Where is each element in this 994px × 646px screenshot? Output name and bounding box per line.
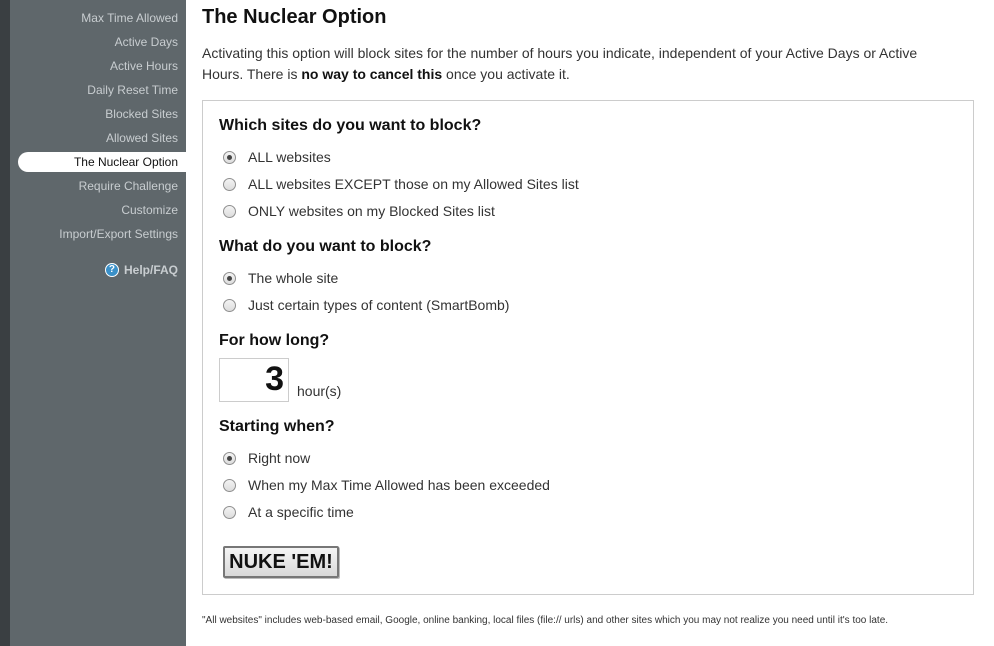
sidebar: Max Time Allowed Active Days Active Hour… — [10, 0, 186, 646]
sidebar-item-require-challenge[interactable]: Require Challenge — [79, 176, 178, 196]
option-label: ALL websites EXCEPT those on my Allowed … — [248, 176, 579, 192]
option-label: Just certain types of content (SmartBomb… — [248, 297, 510, 313]
option-all-except-allowed[interactable]: ALL websites EXCEPT those on my Allowed … — [223, 175, 579, 193]
hours-input[interactable]: 3 — [219, 358, 289, 402]
radio-whole-site[interactable] — [223, 271, 236, 285]
option-label: ONLY websites on my Blocked Sites list — [248, 203, 495, 219]
help-faq-label: Help/FAQ — [123, 263, 178, 277]
nuclear-options-panel: Which sites do you want to block? ALL we… — [202, 100, 974, 595]
radio-all-websites[interactable] — [223, 150, 236, 164]
radio-specific-time[interactable] — [223, 505, 236, 519]
footnote: "All websites" includes web-based email,… — [202, 615, 889, 626]
nuke-button[interactable]: NUKE 'EM! — [223, 546, 339, 578]
sidebar-item-daily-reset-time[interactable]: Daily Reset Time — [87, 80, 178, 100]
option-specific-time[interactable]: At a specific time — [223, 503, 354, 521]
page-title: The Nuclear Option — [202, 6, 387, 28]
sidebar-item-nuclear-option[interactable]: The Nuclear Option — [18, 152, 186, 172]
option-all-websites[interactable]: ALL websites — [223, 148, 331, 166]
sidebar-item-import-export[interactable]: Import/Export Settings — [59, 224, 178, 244]
sidebar-item-allowed-sites[interactable]: Allowed Sites — [106, 128, 178, 148]
sidebar-item-active-days[interactable]: Active Days — [115, 32, 178, 52]
option-label: At a specific time — [248, 504, 354, 520]
radio-all-except-allowed[interactable] — [223, 177, 236, 191]
option-label: The whole site — [248, 270, 339, 286]
starting-when-heading: Starting when? — [219, 418, 335, 435]
option-label: Right now — [248, 450, 311, 466]
radio-after-max-time[interactable] — [223, 478, 236, 492]
option-right-now[interactable]: Right now — [223, 449, 310, 467]
radio-right-now[interactable] — [223, 451, 236, 465]
option-label: When my Max Time Allowed has been exceed… — [248, 477, 550, 493]
sidebar-item-active-hours[interactable]: Active Hours — [110, 56, 178, 76]
option-only-blocked[interactable]: ONLY websites on my Blocked Sites list — [223, 202, 495, 220]
option-after-max-time[interactable]: When my Max Time Allowed has been exceed… — [223, 476, 550, 494]
intro-text: Activating this option will block sites … — [202, 43, 962, 85]
how-long-heading: For how long? — [219, 332, 330, 349]
which-sites-heading: Which sites do you want to block? — [219, 117, 482, 134]
intro-text-part2: once you activate it. — [442, 66, 570, 82]
sidebar-edge — [0, 0, 10, 646]
sidebar-item-customize[interactable]: Customize — [121, 200, 178, 220]
option-whole-site[interactable]: The whole site — [223, 269, 338, 287]
option-label: ALL websites — [248, 149, 331, 165]
sidebar-item-blocked-sites[interactable]: Blocked Sites — [105, 104, 178, 124]
help-faq-link[interactable]: ? Help/FAQ — [104, 260, 178, 280]
what-block-heading: What do you want to block? — [219, 238, 432, 255]
question-circle-icon: ? — [104, 263, 119, 277]
sidebar-item-max-time-allowed[interactable]: Max Time Allowed — [81, 8, 178, 28]
intro-warning: no way to cancel this — [301, 66, 443, 82]
radio-smartbomb[interactable] — [223, 298, 236, 312]
option-smartbomb[interactable]: Just certain types of content (SmartBomb… — [223, 296, 509, 314]
hours-unit-label: hour(s) — [297, 383, 342, 399]
radio-only-blocked[interactable] — [223, 204, 236, 218]
